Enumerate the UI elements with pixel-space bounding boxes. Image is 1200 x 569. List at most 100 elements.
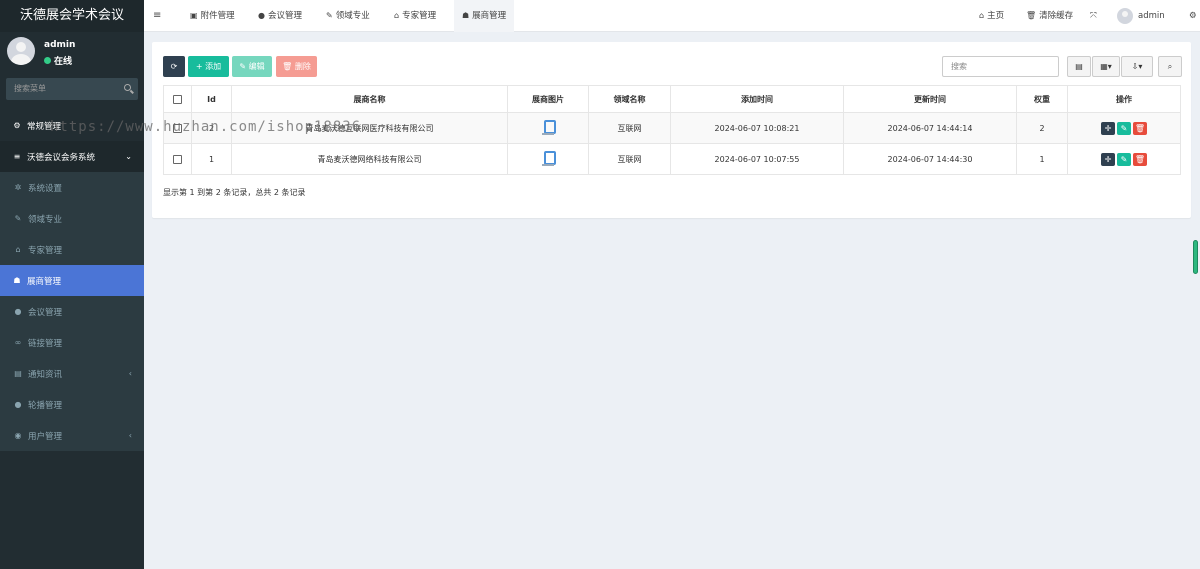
- sidebar-item-1[interactable]: ≡ 沃德会议会务系统 ⌄: [0, 141, 144, 172]
- user-menu[interactable]: admin: [1117, 0, 1165, 32]
- advanced-search-icon[interactable]: ⌕: [1158, 56, 1182, 77]
- user-panel: admin 在线: [0, 32, 144, 72]
- sidebar-item-label: 轮播管理: [28, 400, 63, 411]
- edit-button[interactable]: ✎ 编辑: [232, 56, 272, 77]
- search-icon[interactable]: [124, 84, 131, 91]
- sidebar-item-7[interactable]: ∞ 链接管理: [0, 327, 144, 358]
- id-cell: 1: [191, 143, 232, 175]
- sidebar-item-4[interactable]: ⌂ 专家管理: [0, 234, 144, 265]
- top-navbar: ≡ ▣ 附件管理 ● 会议管理 ✎ 领域专业 ⌂ 专家管理 ☗ 展商管理 ⌂ 主页 🗑 清除缓存 ⤧ …: [144, 0, 1200, 32]
- sidebar-menu: ⚙ 常规管理 ≡ 沃德会议会务系统 ⌄ ✲ 系统设置 ✎ 领域专业 ⌂ 专家管理 ☗ 展商管理 ● 会议管理…: [0, 110, 144, 451]
- table-header-row: Id 展商名称 展商图片 领域名称 添加时间 更新时间 权重 操作: [163, 85, 1181, 113]
- refresh-button[interactable]: ⟳: [163, 56, 185, 77]
- sidebar-item-label: 会议管理: [28, 307, 63, 318]
- domain-cell: 互联网: [588, 112, 671, 144]
- circle-icon: ●: [14, 400, 22, 409]
- tab-4[interactable]: ☗ 展商管理: [454, 0, 515, 32]
- pagination-info: 显示第 1 到第 2 条记录，总共 2 条记录: [163, 188, 306, 197]
- topbar-user-name: admin: [1138, 11, 1165, 21]
- circle-icon: ●: [14, 307, 22, 316]
- delete-button[interactable]: 🗑 删除: [276, 56, 317, 77]
- table-row[interactable]: 1 青岛麦沃德网络科技有限公司 互联网 2024-06-07 10:07:55 2024…: [163, 143, 1181, 175]
- domain-cell: 互联网: [588, 143, 671, 175]
- sidebar-item-label: 链接管理: [28, 338, 63, 349]
- weight-cell: 2: [1016, 112, 1068, 144]
- edit-label: 编辑: [248, 62, 265, 71]
- sidebar-item-10[interactable]: ◉ 用户管理 ‹: [0, 420, 144, 451]
- tab-2[interactable]: ✎ 领域专业: [318, 0, 378, 32]
- add-button[interactable]: + 添加: [188, 56, 229, 77]
- column-header[interactable]: Id: [191, 85, 232, 113]
- user-name: admin: [44, 40, 76, 50]
- list-icon: ≡: [13, 152, 21, 161]
- edit-row-icon[interactable]: ✎: [1117, 121, 1131, 135]
- operations-cell: ✛ ✎ 🗑: [1067, 112, 1181, 144]
- settings-gear-icon[interactable]: ⚙: [1189, 0, 1197, 32]
- exhibitor-logo-thumbnail[interactable]: [541, 151, 556, 167]
- clear-cache-button[interactable]: 🗑 清除缓存: [1026, 0, 1073, 32]
- column-header[interactable]: 领域名称: [588, 85, 671, 113]
- table-search-input[interactable]: 搜索: [942, 56, 1059, 77]
- column-header[interactable]: 展商名称: [231, 85, 508, 113]
- sidebar-item-9[interactable]: ● 轮播管理: [0, 389, 144, 420]
- pencil-icon: ✎: [326, 11, 333, 20]
- tab-label: 专家管理: [402, 11, 437, 21]
- home-icon: ⌂: [979, 11, 985, 20]
- plus-icon: +: [195, 62, 206, 71]
- tab-3[interactable]: ⌂ 专家管理: [386, 0, 444, 32]
- toggle-view-icon[interactable]: ▤: [1067, 56, 1091, 77]
- tab-1[interactable]: ● 会议管理: [250, 0, 310, 32]
- trash-icon: 🗑: [1026, 11, 1037, 20]
- sidebar-item-label: 通知资讯: [28, 369, 63, 380]
- export-dropdown-icon[interactable]: ⇩▾: [1121, 56, 1153, 77]
- delete-row-icon[interactable]: 🗑: [1133, 121, 1147, 135]
- sidebar-item-3[interactable]: ✎ 领域专业: [0, 203, 144, 234]
- graduation-cap-icon: ⌂: [394, 11, 400, 20]
- gears-icon: ⚙: [13, 121, 21, 130]
- drag-sort-icon[interactable]: ✛: [1101, 152, 1115, 166]
- sidebar-item-5[interactable]: ☗ 展商管理: [0, 265, 144, 296]
- edit-row-icon[interactable]: ✎: [1117, 152, 1131, 166]
- chevron-icon: ‹: [128, 369, 132, 378]
- delete-label: 删除: [294, 62, 311, 71]
- select-all-checkbox[interactable]: [173, 94, 182, 104]
- updated-time-cell: 2024-06-07 14:44:14: [843, 112, 1017, 144]
- menu-toggle-icon[interactable]: ≡: [153, 0, 161, 32]
- drag-sort-icon[interactable]: ✛: [1101, 121, 1115, 135]
- fullscreen-icon[interactable]: ⤧: [1090, 0, 1097, 32]
- sidebar-item-8[interactable]: ▤ 通知资讯 ‹: [0, 358, 144, 389]
- home-button[interactable]: ⌂ 主页: [979, 0, 1004, 32]
- watermark-url: https://www.huzhan.com/ishop18836: [50, 119, 362, 135]
- sidebar-search-input[interactable]: 搜索菜单: [6, 78, 138, 100]
- pencil-icon: ✎: [239, 62, 249, 71]
- delete-row-icon[interactable]: 🗑: [1133, 152, 1147, 166]
- newspaper-icon: ▤: [14, 369, 22, 378]
- add-label: 添加: [205, 62, 222, 71]
- name-cell: 青岛麦沃德网络科技有限公司: [231, 143, 508, 175]
- scrollbar-handle[interactable]: [1193, 240, 1198, 274]
- tab-0[interactable]: ▣ 附件管理: [182, 0, 243, 32]
- user-status: 在线: [44, 54, 72, 67]
- users-icon: ☗: [13, 276, 21, 285]
- online-dot-icon: [44, 57, 51, 64]
- avatar: [1117, 7, 1133, 24]
- column-header[interactable]: 权重: [1016, 85, 1068, 113]
- column-header[interactable]: 更新时间: [843, 85, 1017, 113]
- app-logo[interactable]: 沃德展会学术会议: [0, 0, 144, 32]
- image-cell: [507, 143, 589, 175]
- row-checkbox[interactable]: [173, 154, 182, 164]
- exhibitor-logo-thumbnail[interactable]: [541, 120, 556, 136]
- updated-time-cell: 2024-06-07 14:44:30: [843, 143, 1017, 175]
- home-label: 主页: [987, 11, 1005, 21]
- user-circle-icon: ◉: [14, 431, 22, 440]
- sidebar-item-6[interactable]: ● 会议管理: [0, 296, 144, 327]
- column-header[interactable]: 添加时间: [670, 85, 844, 113]
- columns-dropdown-icon[interactable]: ▦▾: [1092, 56, 1120, 77]
- table-search-placeholder: 搜索: [951, 62, 967, 71]
- operations-cell: ✛ ✎ 🗑: [1067, 143, 1181, 175]
- sidebar-item-label: 专家管理: [28, 245, 63, 256]
- pencil-icon: ✎: [14, 214, 22, 223]
- column-header[interactable]: 展商图片: [507, 85, 589, 113]
- sidebar-search-placeholder: 搜索菜单: [14, 84, 46, 93]
- sidebar-item-2[interactable]: ✲ 系统设置: [0, 172, 144, 203]
